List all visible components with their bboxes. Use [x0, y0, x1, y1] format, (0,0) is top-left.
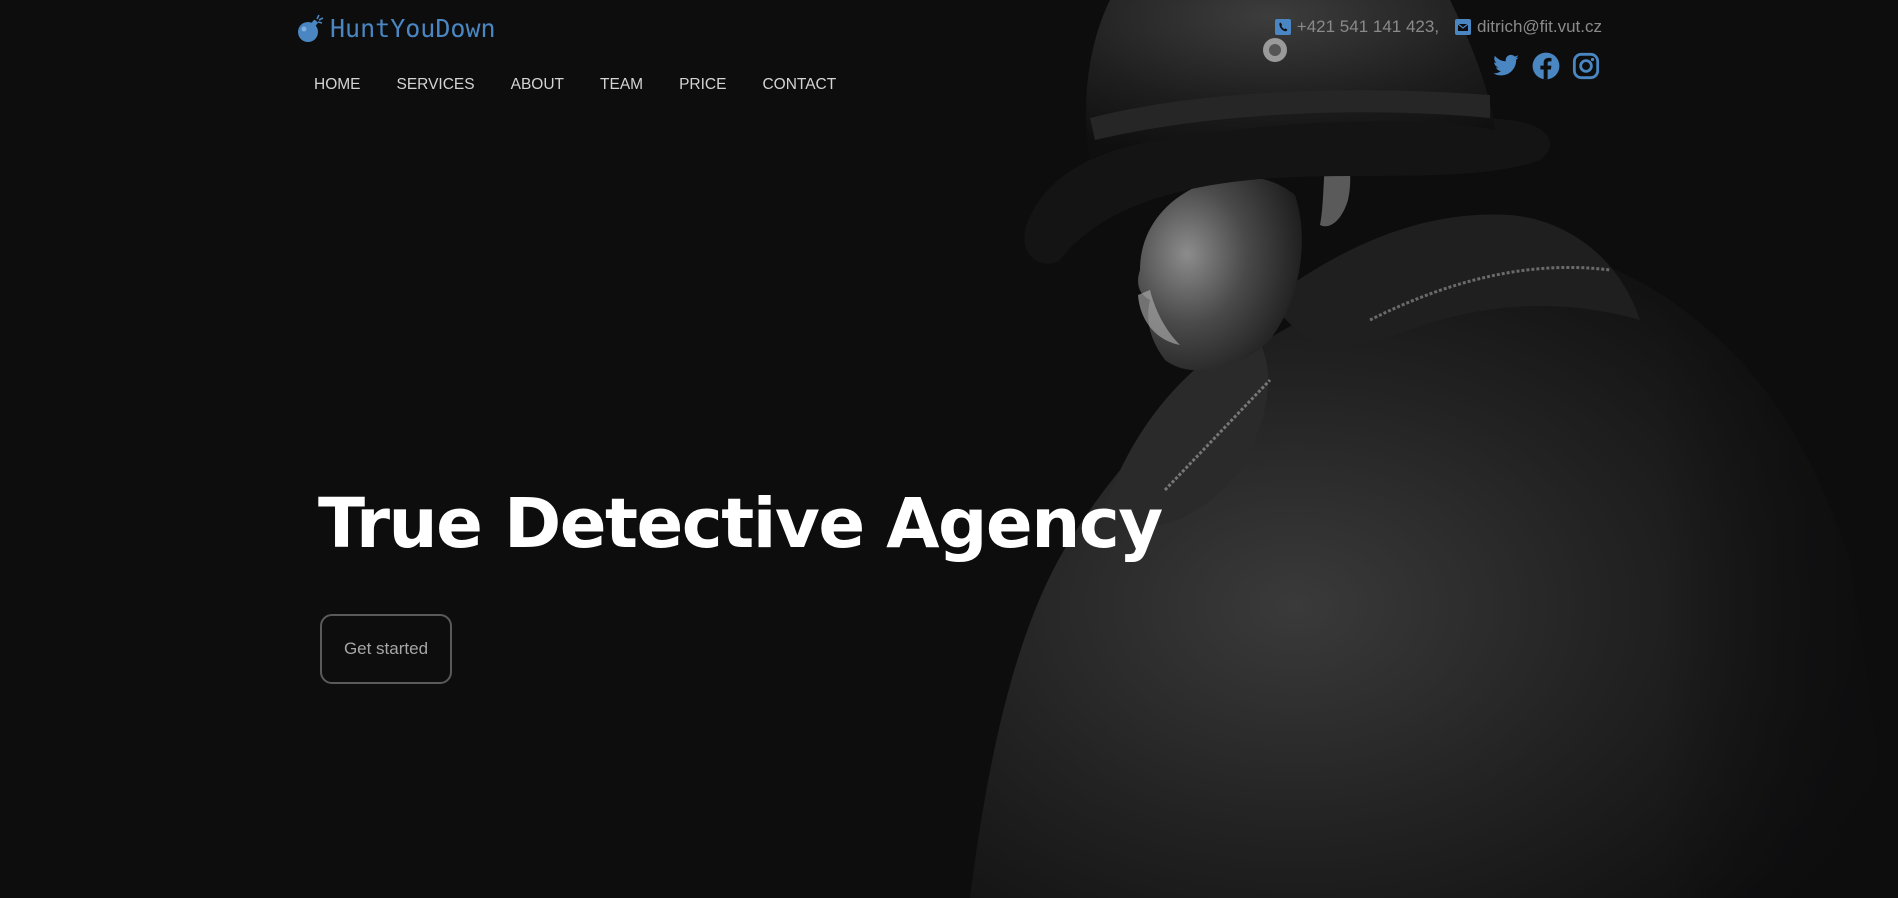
nav-item-about[interactable]: ABOUT	[493, 74, 582, 96]
nav-item-contact[interactable]: CONTACT	[744, 74, 854, 96]
phone-number: +421 541 141 423,	[1296, 17, 1440, 36]
brand-logo[interactable]: HuntYouDown	[296, 14, 496, 44]
contact-phone[interactable]: +421 541 141 423,	[1274, 16, 1440, 38]
social-links	[1480, 52, 1600, 80]
email-address: ditrich@fit.vut.cz	[1477, 17, 1602, 36]
nav-item-team[interactable]: TEAM	[582, 74, 661, 96]
instagram-icon[interactable]	[1572, 52, 1600, 80]
contact-email[interactable]: ditrich@fit.vut.cz	[1455, 16, 1602, 38]
get-started-button[interactable]: Get started	[320, 614, 452, 684]
nav-item-price[interactable]: PRICE	[661, 74, 744, 96]
main-nav: HOME SERVICES ABOUT TEAM PRICE CONTACT	[296, 74, 854, 96]
contact-info: +421 541 141 423, ditrich@fit.vut.cz	[1274, 16, 1602, 38]
phone-icon	[1274, 19, 1291, 35]
hero-detective-image	[950, 0, 1898, 898]
facebook-icon[interactable]	[1532, 52, 1560, 80]
nav-item-home[interactable]: HOME	[296, 74, 379, 96]
twitter-icon[interactable]	[1492, 52, 1520, 80]
envelope-icon	[1455, 19, 1472, 35]
bomb-icon	[298, 14, 324, 42]
page: HuntYouDown HOME SERVICES ABOUT TEAM PRI…	[0, 0, 1898, 898]
brand-name: HuntYouDown	[330, 14, 496, 43]
hero-title: True Detective Agency	[318, 484, 1163, 564]
nav-item-services[interactable]: SERVICES	[379, 74, 493, 96]
